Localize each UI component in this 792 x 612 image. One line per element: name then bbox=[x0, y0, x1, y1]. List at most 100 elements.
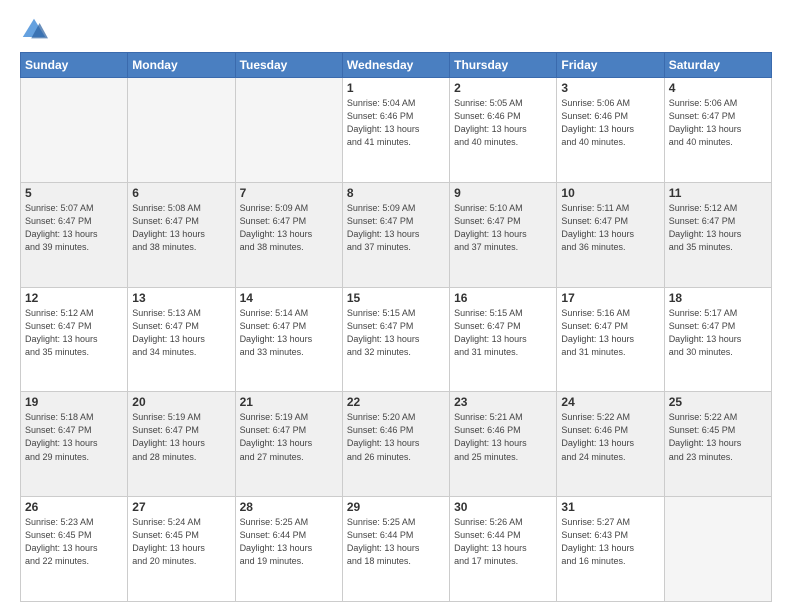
calendar-cell: 19 Sunrise: 5:18 AM Sunset: 6:47 PM Dayli… bbox=[21, 392, 128, 497]
day-info: Sunrise: 5:07 AM Sunset: 6:47 PM Dayligh… bbox=[25, 202, 123, 254]
day-info: Sunrise: 5:08 AM Sunset: 6:47 PM Dayligh… bbox=[132, 202, 230, 254]
calendar-cell: 21 Sunrise: 5:19 AM Sunset: 6:47 PM Dayli… bbox=[235, 392, 342, 497]
calendar-week-row: 1 Sunrise: 5:04 AM Sunset: 6:46 PM Daylig… bbox=[21, 78, 772, 183]
day-info: Sunrise: 5:19 AM Sunset: 6:47 PM Dayligh… bbox=[132, 411, 230, 463]
calendar-cell: 27 Sunrise: 5:24 AM Sunset: 6:45 PM Dayli… bbox=[128, 497, 235, 602]
day-number: 19 bbox=[25, 395, 123, 409]
day-info: Sunrise: 5:15 AM Sunset: 6:47 PM Dayligh… bbox=[347, 307, 445, 359]
calendar-week-row: 19 Sunrise: 5:18 AM Sunset: 6:47 PM Dayli… bbox=[21, 392, 772, 497]
calendar-cell: 10 Sunrise: 5:11 AM Sunset: 6:47 PM Dayli… bbox=[557, 182, 664, 287]
day-info: Sunrise: 5:22 AM Sunset: 6:46 PM Dayligh… bbox=[561, 411, 659, 463]
logo-icon bbox=[20, 16, 48, 44]
day-info: Sunrise: 5:09 AM Sunset: 6:47 PM Dayligh… bbox=[240, 202, 338, 254]
day-number: 6 bbox=[132, 186, 230, 200]
day-number: 28 bbox=[240, 500, 338, 514]
calendar-cell bbox=[21, 78, 128, 183]
day-number: 5 bbox=[25, 186, 123, 200]
day-number: 2 bbox=[454, 81, 552, 95]
calendar-cell: 6 Sunrise: 5:08 AM Sunset: 6:47 PM Daylig… bbox=[128, 182, 235, 287]
day-info: Sunrise: 5:25 AM Sunset: 6:44 PM Dayligh… bbox=[347, 516, 445, 568]
day-info: Sunrise: 5:04 AM Sunset: 6:46 PM Dayligh… bbox=[347, 97, 445, 149]
day-number: 7 bbox=[240, 186, 338, 200]
day-number: 15 bbox=[347, 291, 445, 305]
day-info: Sunrise: 5:06 AM Sunset: 6:46 PM Dayligh… bbox=[561, 97, 659, 149]
calendar-cell: 18 Sunrise: 5:17 AM Sunset: 6:47 PM Dayli… bbox=[664, 287, 771, 392]
calendar-cell: 30Sunrise: 5:26 AM Sunset: 6:44 PM Dayli… bbox=[450, 497, 557, 602]
calendar-cell bbox=[128, 78, 235, 183]
weekday-header-tuesday: Tuesday bbox=[235, 53, 342, 78]
day-info: Sunrise: 5:14 AM Sunset: 6:47 PM Dayligh… bbox=[240, 307, 338, 359]
calendar-cell: 26Sunrise: 5:23 AM Sunset: 6:45 PM Dayli… bbox=[21, 497, 128, 602]
day-number: 23 bbox=[454, 395, 552, 409]
day-info: Sunrise: 5:20 AM Sunset: 6:46 PM Dayligh… bbox=[347, 411, 445, 463]
calendar-cell: 11 Sunrise: 5:12 AM Sunset: 6:47 PM Dayli… bbox=[664, 182, 771, 287]
day-info: Sunrise: 5:05 AM Sunset: 6:46 PM Dayligh… bbox=[454, 97, 552, 149]
calendar-cell: 16 Sunrise: 5:15 AM Sunset: 6:47 PM Dayli… bbox=[450, 287, 557, 392]
calendar-cell: 14 Sunrise: 5:14 AM Sunset: 6:47 PM Dayli… bbox=[235, 287, 342, 392]
day-info: Sunrise: 5:18 AM Sunset: 6:47 PM Dayligh… bbox=[25, 411, 123, 463]
day-info: Sunrise: 5:25 AM Sunset: 6:44 PM Dayligh… bbox=[240, 516, 338, 568]
calendar-cell: 28 Sunrise: 5:25 AM Sunset: 6:44 PM Dayli… bbox=[235, 497, 342, 602]
day-info: Sunrise: 5:11 AM Sunset: 6:47 PM Dayligh… bbox=[561, 202, 659, 254]
calendar-cell: 24 Sunrise: 5:22 AM Sunset: 6:46 PM Dayli… bbox=[557, 392, 664, 497]
day-info: Sunrise: 5:15 AM Sunset: 6:47 PM Dayligh… bbox=[454, 307, 552, 359]
calendar-cell: 23 Sunrise: 5:21 AM Sunset: 6:46 PM Dayli… bbox=[450, 392, 557, 497]
day-info: Sunrise: 5:17 AM Sunset: 6:47 PM Dayligh… bbox=[669, 307, 767, 359]
calendar-cell: 5 Sunrise: 5:07 AM Sunset: 6:47 PM Daylig… bbox=[21, 182, 128, 287]
weekday-header-wednesday: Wednesday bbox=[342, 53, 449, 78]
day-number: 14 bbox=[240, 291, 338, 305]
weekday-header-row: SundayMondayTuesdayWednesdayThursdayFrid… bbox=[21, 53, 772, 78]
day-number: 12 bbox=[25, 291, 123, 305]
day-number: 13 bbox=[132, 291, 230, 305]
day-info: Sunrise: 5:10 AM Sunset: 6:47 PM Dayligh… bbox=[454, 202, 552, 254]
calendar-cell: 22 Sunrise: 5:20 AM Sunset: 6:46 PM Dayli… bbox=[342, 392, 449, 497]
weekday-header-saturday: Saturday bbox=[664, 53, 771, 78]
day-number: 18 bbox=[669, 291, 767, 305]
day-number: 16 bbox=[454, 291, 552, 305]
calendar-cell: 13 Sunrise: 5:13 AM Sunset: 6:47 PM Dayli… bbox=[128, 287, 235, 392]
day-info: Sunrise: 5:21 AM Sunset: 6:46 PM Dayligh… bbox=[454, 411, 552, 463]
weekday-header-sunday: Sunday bbox=[21, 53, 128, 78]
day-info: Sunrise: 5:09 AM Sunset: 6:47 PM Dayligh… bbox=[347, 202, 445, 254]
calendar-cell bbox=[235, 78, 342, 183]
day-info: Sunrise: 5:24 AM Sunset: 6:45 PM Dayligh… bbox=[132, 516, 230, 568]
calendar-cell: 12 Sunrise: 5:12 AM Sunset: 6:47 PM Dayli… bbox=[21, 287, 128, 392]
day-info: Sunrise: 5:19 AM Sunset: 6:47 PM Dayligh… bbox=[240, 411, 338, 463]
day-number: 3 bbox=[561, 81, 659, 95]
day-number: 1 bbox=[347, 81, 445, 95]
day-info: Sunrise: 5:16 AM Sunset: 6:47 PM Dayligh… bbox=[561, 307, 659, 359]
day-info: Sunrise: 5:22 AM Sunset: 6:45 PM Dayligh… bbox=[669, 411, 767, 463]
day-number: 11 bbox=[669, 186, 767, 200]
weekday-header-thursday: Thursday bbox=[450, 53, 557, 78]
day-number: 31 bbox=[561, 500, 659, 514]
calendar-week-row: 12 Sunrise: 5:12 AM Sunset: 6:47 PM Dayli… bbox=[21, 287, 772, 392]
day-info: Sunrise: 5:27 AM Sunset: 6:43 PM Dayligh… bbox=[561, 516, 659, 568]
day-number: 10 bbox=[561, 186, 659, 200]
calendar-table: SundayMondayTuesdayWednesdayThursdayFrid… bbox=[20, 52, 772, 602]
calendar-cell: 8Sunrise: 5:09 AM Sunset: 6:47 PM Daylig… bbox=[342, 182, 449, 287]
day-info: Sunrise: 5:13 AM Sunset: 6:47 PM Dayligh… bbox=[132, 307, 230, 359]
day-number: 25 bbox=[669, 395, 767, 409]
day-number: 29 bbox=[347, 500, 445, 514]
weekday-header-friday: Friday bbox=[557, 53, 664, 78]
calendar-week-row: 5 Sunrise: 5:07 AM Sunset: 6:47 PM Daylig… bbox=[21, 182, 772, 287]
weekday-header-monday: Monday bbox=[128, 53, 235, 78]
calendar-cell: 20 Sunrise: 5:19 AM Sunset: 6:47 PM Dayli… bbox=[128, 392, 235, 497]
day-number: 21 bbox=[240, 395, 338, 409]
day-number: 20 bbox=[132, 395, 230, 409]
day-number: 17 bbox=[561, 291, 659, 305]
day-number: 24 bbox=[561, 395, 659, 409]
day-number: 27 bbox=[132, 500, 230, 514]
day-number: 4 bbox=[669, 81, 767, 95]
calendar-cell: 29 Sunrise: 5:25 AM Sunset: 6:44 PM Dayli… bbox=[342, 497, 449, 602]
day-info: Sunrise: 5:12 AM Sunset: 6:47 PM Dayligh… bbox=[25, 307, 123, 359]
calendar-cell: 15 Sunrise: 5:15 AM Sunset: 6:47 PM Dayli… bbox=[342, 287, 449, 392]
day-number: 22 bbox=[347, 395, 445, 409]
day-number: 30 bbox=[454, 500, 552, 514]
calendar-cell: 17 Sunrise: 5:16 AM Sunset: 6:47 PM Dayli… bbox=[557, 287, 664, 392]
day-info: Sunrise: 5:23 AM Sunset: 6:45 PM Dayligh… bbox=[25, 516, 123, 568]
calendar-cell: 9Sunrise: 5:10 AM Sunset: 6:47 PM Daylig… bbox=[450, 182, 557, 287]
day-info: Sunrise: 5:12 AM Sunset: 6:47 PM Dayligh… bbox=[669, 202, 767, 254]
page: SundayMondayTuesdayWednesdayThursdayFrid… bbox=[0, 0, 792, 612]
calendar-cell: 25 Sunrise: 5:22 AM Sunset: 6:45 PM Dayli… bbox=[664, 392, 771, 497]
